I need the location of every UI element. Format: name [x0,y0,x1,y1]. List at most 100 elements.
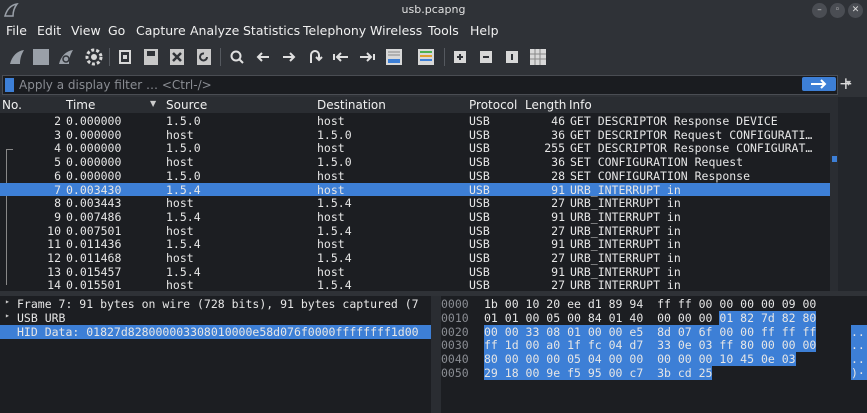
options-gear-icon[interactable] [84,47,104,67]
packet-protocol: USB [469,237,490,252]
detail-row-usb-urb[interactable]: ▸ USB URB [0,311,440,325]
normal-size-icon[interactable] [502,47,522,67]
menu-statistics[interactable]: Statistics [243,23,300,38]
packet-row-selected[interactable]: 7 0.003430 1.5.4 host USB 91 URB_INTERRU… [0,182,830,197]
expand-triangle-icon[interactable]: ▸ [5,297,10,306]
hex-dump-pane[interactable]: 0000 1b 00 10 20 ee d1 89 94 ff ff 00 00… [441,296,867,413]
packet-protocol: USB [469,168,490,183]
shark-fin-start-icon[interactable] [7,47,27,67]
zoom-in-icon[interactable] [450,47,470,67]
hex-offset: 0040 [441,352,469,367]
packet-destination: 1.5.4 [317,223,352,238]
packet-row[interactable]: 4 0.000000 1.5.0 host USB 255 GET DESCRI… [0,141,830,155]
packet-row[interactable]: 6 0.000000 1.5.0 host USB 28 SET CONFIGU… [0,169,830,183]
display-filter-input[interactable]: Apply a display filter … <Ctrl-/> ▾ [2,75,851,95]
packet-row[interactable]: 9 0.007486 1.5.4 host USB 91 URB_INTERRU… [0,210,830,224]
resize-columns-icon[interactable] [528,47,548,67]
packet-list[interactable]: 2 0.000000 1.5.0 host USB 46 GET DESCRIP… [0,113,830,292]
packet-row[interactable]: 13 0.015457 1.5.4 host USB 91 URB_INTERR… [0,265,830,279]
apply-filter-button[interactable] [802,77,836,91]
packet-list-scrollbar[interactable] [830,113,838,291]
menu-go[interactable]: Go [108,23,125,38]
col-header-length[interactable]: Length [525,98,566,112]
col-header-protocol[interactable]: Protocol [469,98,517,112]
minimap-selection-marker [832,156,837,162]
col-header-destination[interactable]: Destination [317,98,386,112]
detail-row-hid-data[interactable]: HID Data: 01827d828000003308010000e58d07… [0,325,440,339]
filter-placeholder: Apply a display filter … <Ctrl-/> [19,78,212,92]
packet-time: 0.000000 [66,114,122,128]
hex-offset: 0020 [441,324,469,339]
menu-capture[interactable]: Capture [136,23,186,38]
packet-row[interactable]: 10 0.007501 host 1.5.4 USB 27 URB_INTERR… [0,224,830,238]
packet-row[interactable]: 8 0.003443 host 1.5.4 USB 27 URB_INTERRU… [0,196,830,210]
find-icon[interactable] [227,47,247,67]
maximize-button[interactable]: ◦ [830,3,845,18]
packet-details-pane[interactable]: ▸ Frame 7: 91 bytes on wire (728 bits), … [0,296,440,413]
restart-fin-icon[interactable] [56,47,76,67]
stop-square-icon[interactable] [31,47,51,67]
details-hex-splitter[interactable] [431,296,441,413]
menu-help[interactable]: Help [470,23,499,38]
packet-no: 12 [47,251,61,265]
menu-analyze[interactable]: Analyze [190,23,239,38]
packet-row[interactable]: 2 0.000000 1.5.0 host USB 46 GET DESCRIP… [0,114,830,128]
packet-source: host [166,196,194,211]
add-filter-button-icon[interactable]: + [839,74,853,94]
packet-source: 1.5.4 [166,182,201,197]
menu-view[interactable]: View [71,23,101,38]
packet-time: 0.003430 [66,182,122,197]
colorize-icon[interactable] [416,47,436,67]
go-back-icon[interactable] [253,47,273,67]
reload-icon[interactable] [194,47,214,67]
packet-protocol: USB [469,155,490,170]
minimize-button[interactable]: – [812,3,827,18]
packet-info: URB_INTERRUPT in [570,209,681,224]
packet-time: 0.003443 [66,196,122,211]
open-file-icon[interactable] [115,47,135,67]
packet-row[interactable]: 11 0.011436 1.5.4 host USB 91 URB_INTERR… [0,237,830,251]
packet-source: host [166,223,194,238]
menu-telephony[interactable]: Telephony [303,23,366,38]
col-header-info[interactable]: Info [569,98,592,112]
go-forward-icon[interactable] [279,47,299,67]
col-header-source[interactable]: Source [166,98,207,112]
autoscroll-icon[interactable] [384,47,404,67]
menu-tools[interactable]: Tools [428,23,459,38]
packet-info: GET DESCRIPTOR Request CONFIGURATI… [570,127,813,142]
go-last-icon[interactable] [357,47,377,67]
zoom-out-icon[interactable] [476,47,496,67]
packet-no: 7 [54,182,61,197]
go-to-packet-icon[interactable] [305,47,325,67]
packet-protocol: USB [469,223,490,238]
packet-row[interactable]: 5 0.000000 host 1.5.0 USB 36 SET CONFIGU… [0,155,830,169]
packet-list-header: No. Time ▼ Source Destination Protocol L… [0,97,867,114]
menu-wireless[interactable]: Wireless [370,23,422,38]
packet-destination: 1.5.0 [317,127,352,142]
detail-row-frame[interactable]: ▸ Frame 7: 91 bytes on wire (728 bits), … [0,297,440,311]
hex-bytes: ff 1d 00 a0 1f fc 04 d7 33 0e 03 ff 80 0… [484,338,817,353]
close-button[interactable]: ✕ [848,3,863,18]
packet-destination: 1.5.4 [317,196,352,211]
col-header-time[interactable]: Time [66,98,95,112]
menu-bar: File Edit View Go Capture Analyze Statis… [0,20,867,41]
packet-row[interactable]: 3 0.000000 host 1.5.0 USB 36 GET DESCRIP… [0,128,830,142]
menu-edit[interactable]: Edit [37,23,61,38]
close-file-icon[interactable] [167,47,187,67]
filter-bookmark-icon[interactable] [5,78,14,92]
packet-length: 255 [544,141,565,156]
go-first-icon[interactable] [331,47,351,67]
col-header-no[interactable]: No. [2,98,22,112]
packet-row[interactable]: 12 0.011468 host 1.5.4 USB 27 URB_INTERR… [0,251,830,265]
packet-time: 0.000000 [66,155,122,170]
packet-length: 27 [551,223,565,238]
detail-text: USB URB [17,311,66,325]
window-title: usb.pcapng [401,3,466,16]
packet-time: 0.015457 [66,264,122,279]
packet-no: 5 [54,155,61,170]
packet-source: host [166,127,194,142]
save-file-icon[interactable] [141,47,161,67]
packet-length: 27 [551,196,565,211]
expand-triangle-icon[interactable]: ▸ [5,311,10,320]
menu-file[interactable]: File [6,23,27,38]
